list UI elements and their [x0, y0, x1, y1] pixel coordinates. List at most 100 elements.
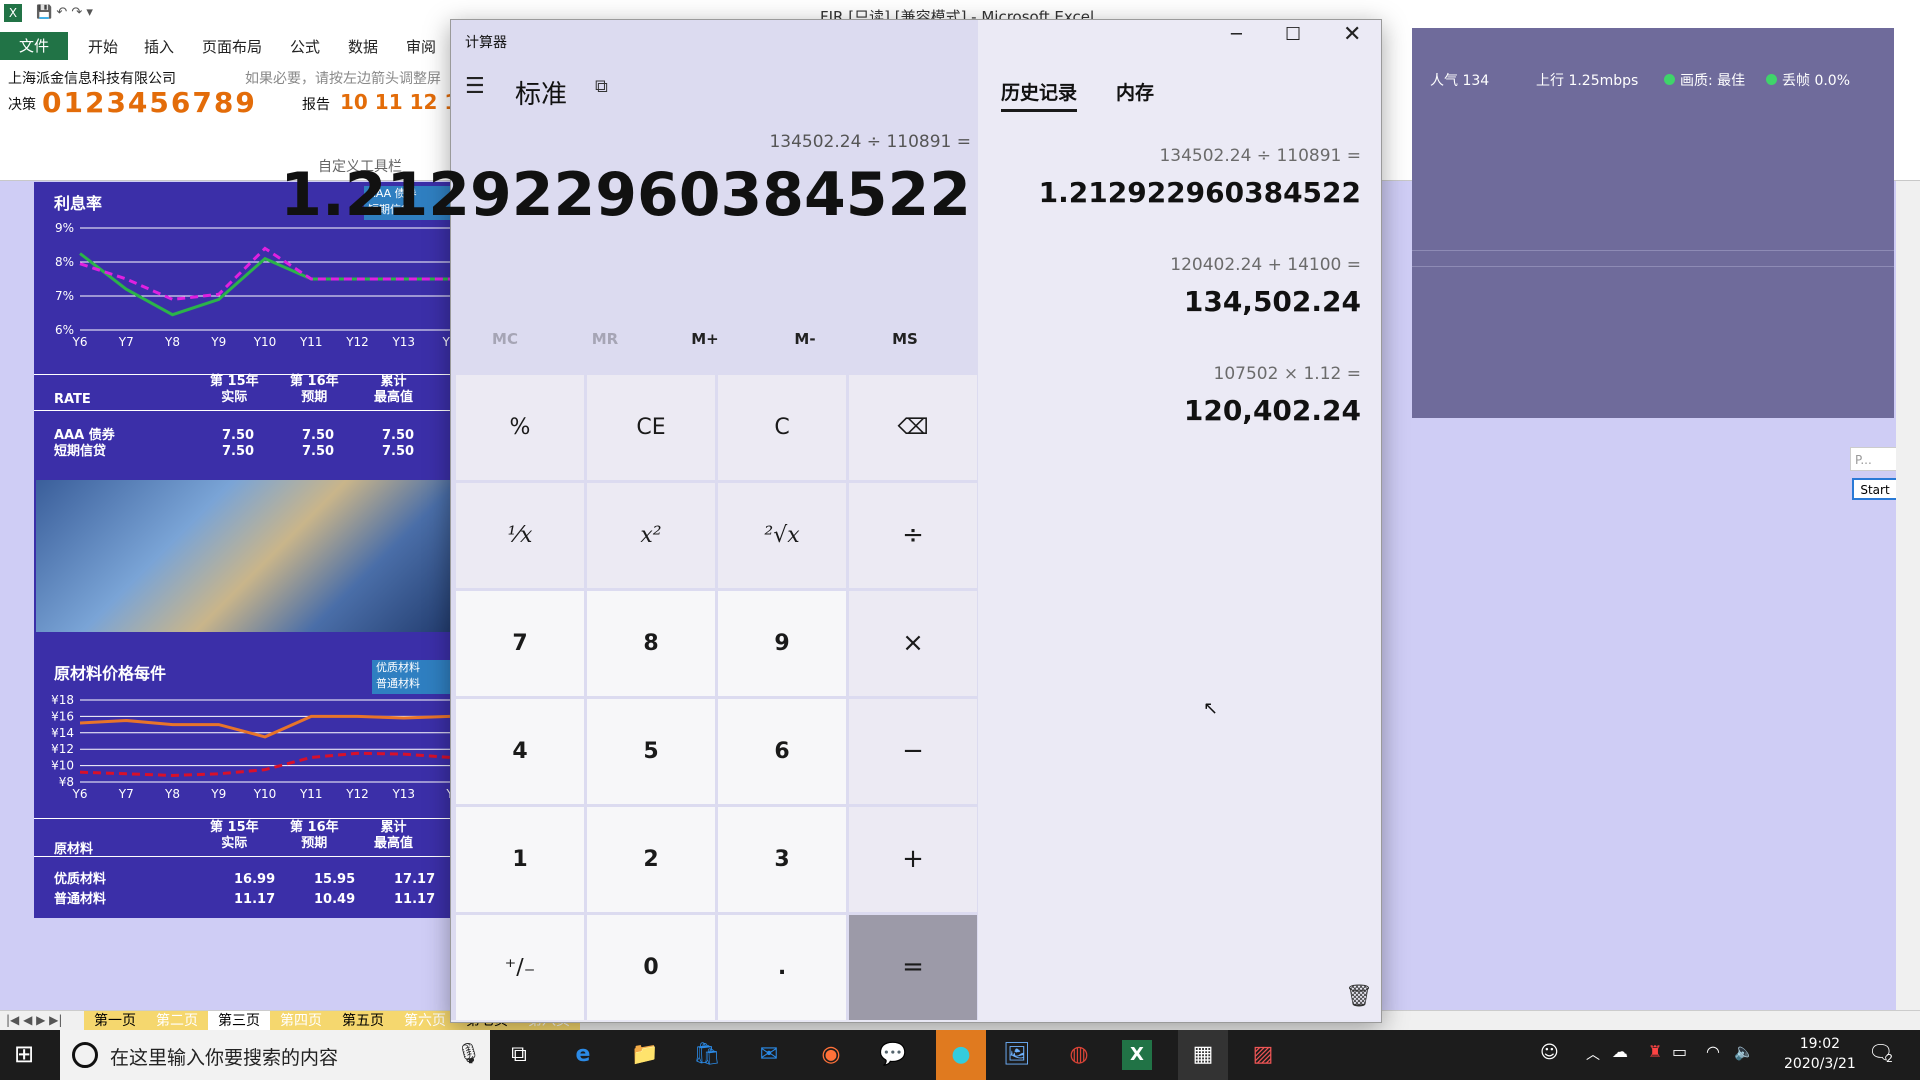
wifi-icon[interactable]: ◠: [1706, 1042, 1720, 1061]
m-minus-button[interactable]: M-: [765, 330, 845, 348]
paint-app-icon[interactable]: 🖼: [998, 1036, 1036, 1074]
equals-button[interactable]: =: [849, 915, 977, 1020]
task-view-icon[interactable]: ⧉: [500, 1036, 538, 1074]
reciprocal-button[interactable]: ¹⁄x: [456, 483, 584, 588]
delete-history-icon[interactable]: 🗑: [1345, 984, 1373, 1009]
edge-icon[interactable]: e: [564, 1036, 602, 1074]
clock[interactable]: 19:02 2020/3/21: [1784, 1034, 1856, 1074]
sheet-tab[interactable]: 第五页: [332, 1011, 394, 1031]
percent-button[interactable]: %: [456, 375, 584, 480]
multiply-button[interactable]: ×: [849, 591, 977, 696]
maximize-icon[interactable]: ☐: [1285, 24, 1301, 45]
upload-stat: 上行 1.25mbps: [1536, 73, 1639, 89]
sheet-tab[interactable]: 第二页: [146, 1011, 208, 1031]
ce-button[interactable]: CE: [587, 375, 715, 480]
add-button[interactable]: +: [849, 807, 977, 912]
taskbar-search[interactable]: 在这里输入你要搜索的内容 🎙: [60, 1030, 490, 1080]
decision-digits[interactable]: 0123456789: [42, 86, 257, 119]
quick-access-icons[interactable]: 💾 ↶ ↷ ▾: [36, 5, 93, 20]
x-tick-label: Y6: [72, 787, 88, 801]
start-button[interactable]: Start: [1852, 478, 1898, 500]
store-icon[interactable]: 🛍: [688, 1036, 726, 1074]
history-item-1-result[interactable]: 1.212922960384522: [1039, 176, 1361, 209]
file-explorer-icon[interactable]: 📁: [626, 1036, 664, 1074]
digit-1-button[interactable]: 1: [456, 807, 584, 912]
chart1-col3-values: 7.50 7.50: [382, 428, 414, 460]
digit-6-button[interactable]: 6: [718, 699, 846, 804]
excel-logo-icon: X: [4, 4, 22, 22]
onedrive-icon[interactable]: ☁: [1612, 1042, 1628, 1061]
tab-data[interactable]: 数据: [348, 36, 378, 57]
sheet-tab[interactable]: 第六页: [394, 1011, 456, 1031]
hamburger-menu-icon[interactable]: ☰: [465, 74, 485, 99]
sqrt-button[interactable]: ²√x: [718, 483, 846, 588]
history-item-2-expression[interactable]: 120402.24 + 14100 =: [1170, 255, 1361, 275]
sheet-tab[interactable]: 第一页: [84, 1011, 146, 1031]
mr-button[interactable]: MR: [565, 330, 645, 348]
negate-button[interactable]: ⁺∕₋: [456, 915, 584, 1020]
x-tick-label: Y8: [164, 335, 180, 349]
battery-icon[interactable]: ▭: [1672, 1042, 1687, 1061]
tab-review[interactable]: 审阅: [406, 36, 436, 57]
m-plus-button[interactable]: M+: [665, 330, 745, 348]
chrome-icon[interactable]: ◍: [1060, 1036, 1098, 1074]
clear-button[interactable]: C: [718, 375, 846, 480]
tab-memory[interactable]: 内存: [1116, 78, 1154, 105]
history-item-1-expression[interactable]: 134502.24 ÷ 110891 =: [1159, 146, 1361, 166]
digit-3-button[interactable]: 3: [718, 807, 846, 912]
tab-file[interactable]: 文件: [0, 32, 68, 60]
tab-history[interactable]: 历史记录: [1001, 78, 1078, 112]
history-item-2-result[interactable]: 134,502.24: [1184, 285, 1361, 318]
chart2-title: 原材料价格每件: [54, 664, 167, 683]
sheet-tab-active[interactable]: 第三页: [208, 1011, 270, 1031]
mode-title: 标准: [515, 80, 568, 110]
volume-icon[interactable]: 🔈: [1734, 1042, 1754, 1061]
ms-button[interactable]: MS: [865, 330, 945, 348]
tray-chevron-icon[interactable]: ︿: [1586, 1044, 1600, 1064]
sheet-tab[interactable]: 第四页: [270, 1011, 332, 1031]
image-viewer-icon[interactable]: ▨: [1244, 1036, 1282, 1074]
digit-7-button[interactable]: 7: [456, 591, 584, 696]
digit-8-button[interactable]: 8: [587, 591, 715, 696]
decimal-button[interactable]: .: [718, 915, 846, 1020]
streaming-app-icon[interactable]: ●: [936, 1030, 986, 1080]
vertical-scrollbar[interactable]: [1896, 181, 1920, 1011]
excel-icon[interactable]: X: [1122, 1040, 1152, 1070]
digit-9-button[interactable]: 9: [718, 591, 846, 696]
microphone-icon[interactable]: 🎙: [456, 1041, 481, 1065]
chart2-row-label: 原材料: [54, 842, 94, 857]
digit-2-button[interactable]: 2: [587, 807, 715, 912]
calculator-app-icon[interactable]: ▦: [1178, 1030, 1228, 1080]
square-button[interactable]: x²: [587, 483, 715, 588]
history-item-3-expression[interactable]: 107502 × 1.12 =: [1214, 364, 1361, 384]
tab-page-layout[interactable]: 页面布局: [202, 36, 262, 57]
tab-formulas[interactable]: 公式: [290, 36, 320, 57]
divide-button[interactable]: ÷: [849, 483, 977, 588]
backspace-icon[interactable]: ⌫: [849, 375, 977, 480]
mail-icon[interactable]: ✉: [750, 1036, 788, 1074]
windows-start-icon[interactable]: ⊞: [14, 1040, 34, 1068]
divider: [34, 818, 450, 819]
minimize-icon[interactable]: ─: [1231, 24, 1242, 45]
wechat-icon[interactable]: 💬: [874, 1036, 912, 1074]
tab-home[interactable]: 开始: [88, 36, 118, 57]
security-icon[interactable]: ♜: [1648, 1042, 1662, 1061]
digit-0-button[interactable]: 0: [587, 915, 715, 1020]
mc-button[interactable]: MC: [465, 330, 545, 348]
y-tick-label: 9%: [55, 221, 74, 235]
calculator-title: 计算器: [465, 35, 507, 51]
chart2-header-col2: 第 16年 预期: [290, 820, 339, 852]
people-icon[interactable]: ☺: [1540, 1042, 1559, 1063]
firefox-icon[interactable]: ◉: [812, 1036, 850, 1074]
header-text: 实际: [221, 836, 248, 851]
sheet-nav-arrows-icon[interactable]: |◀ ◀ ▶ ▶|: [6, 1013, 62, 1027]
subtract-button[interactable]: −: [849, 699, 977, 804]
chart2-col3-values: 17.17 11.17: [394, 870, 435, 910]
history-item-3-result[interactable]: 120,402.24: [1184, 394, 1361, 427]
digit-4-button[interactable]: 4: [456, 699, 584, 804]
digit-5-button[interactable]: 5: [587, 699, 715, 804]
tab-insert[interactable]: 插入: [144, 36, 174, 57]
close-icon[interactable]: ✕: [1343, 22, 1361, 47]
chart2-header-col1: 第 15年 实际: [210, 820, 259, 852]
keep-on-top-icon[interactable]: ⧉: [595, 76, 608, 97]
